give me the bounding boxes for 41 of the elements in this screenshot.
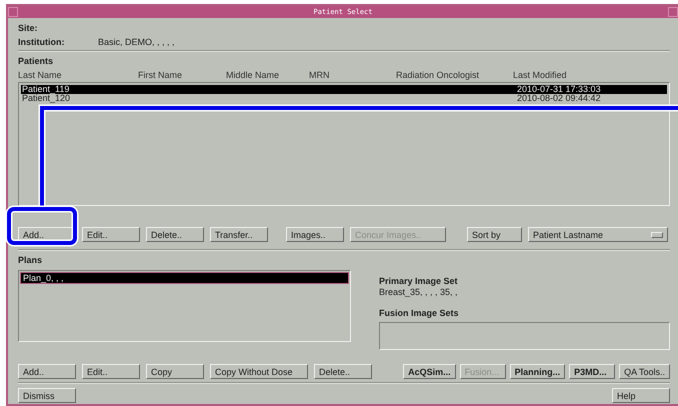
section-title: Patients: [18, 56, 54, 66]
action-button[interactable]: Edit..: [82, 364, 140, 379]
site-label: Site:: [18, 23, 39, 33]
table-cell: 2010-07-31 17:33:03: [517, 84, 601, 94]
maximize-button[interactable]: [668, 7, 678, 17]
primary-image-set-label: Primary Image Set: [379, 276, 459, 286]
section-title: Plans: [18, 255, 44, 265]
dismiss-button[interactable]: Dismiss: [18, 388, 76, 403]
table-cell: Patient_120: [22, 93, 70, 103]
column-header[interactable]: Last Modified: [513, 70, 670, 80]
tool-button[interactable]: P3MD...: [569, 364, 616, 379]
action-button[interactable]: Edit..: [82, 227, 140, 242]
primary-image-set-value: Breast_35, , , , 35, ,: [379, 287, 459, 297]
column-header[interactable]: Radiation Oncologist: [396, 70, 513, 80]
column-header[interactable]: First Name: [138, 70, 226, 80]
action-button[interactable]: Delete..: [314, 364, 372, 379]
action-button[interactable]: Delete..: [146, 227, 204, 242]
action-button[interactable]: Copy Without Dose: [210, 364, 308, 379]
patient-row[interactable]: Patient_119 2010-07-31 17:33:03: [21, 85, 667, 94]
column-header[interactable]: Middle Name: [226, 70, 309, 80]
dropdown-icon: [651, 232, 663, 238]
table-cell: Patient_119: [22, 84, 70, 94]
help-button[interactable]: Help: [612, 388, 670, 403]
patient-row[interactable]: Patient_120 2010-08-02 09:44:42: [21, 94, 667, 103]
column-header[interactable]: Last Name: [18, 70, 138, 80]
column-header[interactable]: MRN: [309, 70, 396, 80]
tool-button[interactable]: Planning...: [510, 364, 566, 379]
sort-button[interactable]: Sort by: [467, 227, 522, 242]
tool-button[interactable]: QA Tools..: [619, 364, 670, 379]
action-button[interactable]: Add..: [18, 364, 76, 379]
table-cell: 2010-08-02 09:44:42: [517, 93, 601, 103]
action-button[interactable]: Transfer..: [210, 227, 268, 242]
plan-row[interactable]: Plan_0, , ,: [21, 273, 348, 283]
fusion-image-sets-label: Fusion Image Sets: [379, 308, 460, 318]
action-button[interactable]: Images..: [286, 227, 344, 242]
tool-button[interactable]: AcQSim...: [403, 364, 456, 379]
window-menu-button[interactable]: [8, 7, 18, 17]
action-button[interactable]: Copy: [146, 364, 204, 379]
institution-label: Institution:: [18, 37, 66, 47]
institution-value: Basic, DEMO, , , , ,: [98, 37, 175, 47]
sort-dropdown[interactable]: Patient Lastname: [528, 227, 668, 242]
